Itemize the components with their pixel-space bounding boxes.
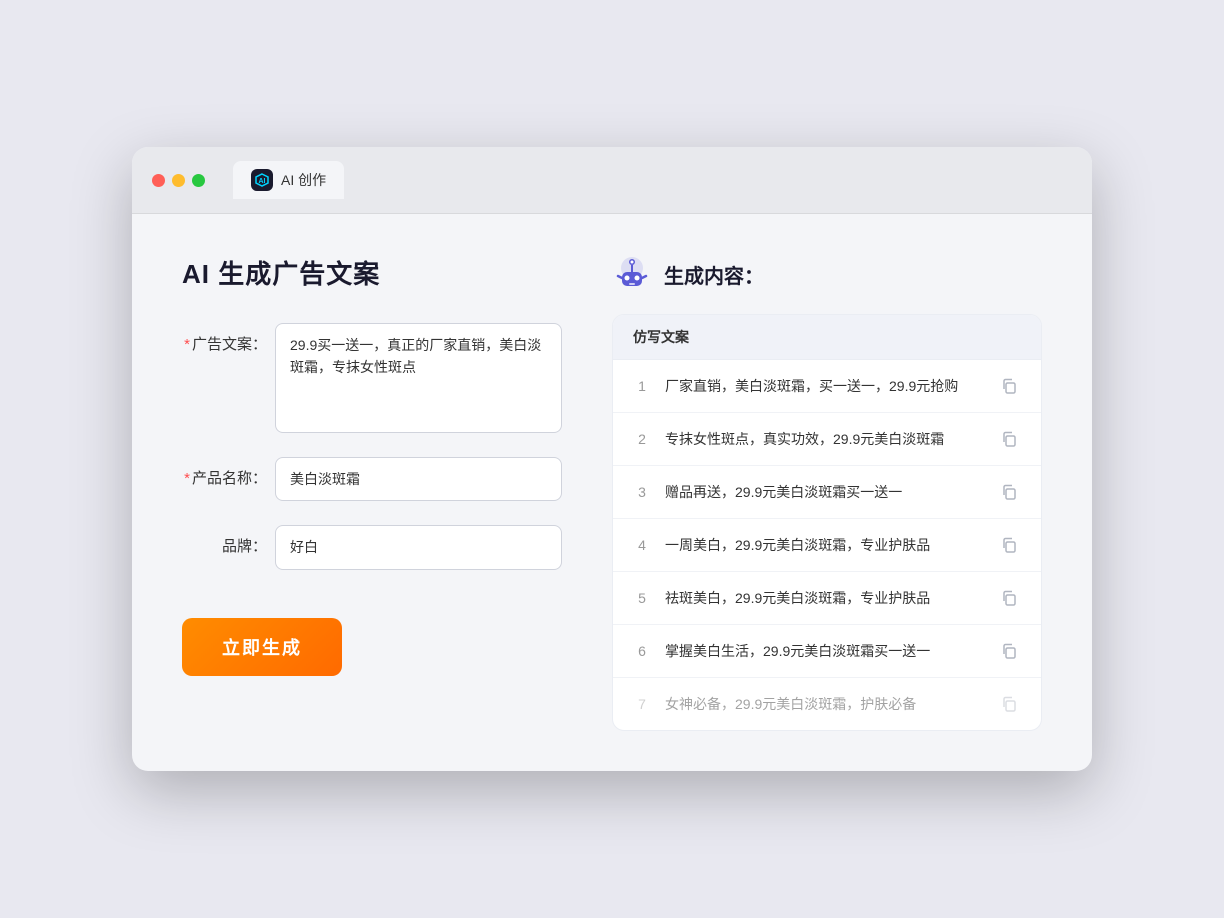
robot-icon (612, 254, 652, 294)
row-number: 2 (633, 431, 651, 447)
row-number: 3 (633, 484, 651, 500)
brand-label: 品牌： (182, 525, 267, 556)
required-star-2: * (184, 470, 190, 487)
row-text: 祛斑美白，29.9元美白淡斑霜，专业护肤品 (665, 588, 983, 609)
row-number: 1 (633, 378, 651, 394)
ad-copy-label: *广告文案： (182, 323, 267, 354)
copy-icon[interactable] (997, 586, 1021, 610)
close-button[interactable] (152, 174, 165, 187)
page-title: AI 生成广告文案 (182, 254, 562, 291)
row-number: 5 (633, 590, 651, 606)
right-header: 生成内容： (612, 254, 1042, 294)
svg-text:AI: AI (259, 178, 266, 185)
product-input[interactable] (275, 457, 562, 501)
brand-input[interactable] (275, 525, 562, 569)
product-name-group: *产品名称： (182, 457, 562, 501)
minimize-button[interactable] (172, 174, 185, 187)
titlebar: AI AI 创作 (132, 147, 1092, 214)
generate-button[interactable]: 立即生成 (182, 618, 342, 676)
copy-icon[interactable] (997, 692, 1021, 716)
right-panel: 生成内容： 仿写文案 1 厂家直销，美白淡斑霜，买一送一，29.9元抢购 2 专… (612, 254, 1042, 731)
tab-title: AI 创作 (281, 170, 326, 190)
copy-icon[interactable] (997, 639, 1021, 663)
brand-group: 品牌： (182, 525, 562, 569)
table-row: 1 厂家直销，美白淡斑霜，买一送一，29.9元抢购 (613, 360, 1041, 413)
ad-copy-group: *广告文案： (182, 323, 562, 433)
required-star-1: * (184, 336, 190, 353)
row-number: 6 (633, 643, 651, 659)
row-number: 4 (633, 537, 651, 553)
table-row: 2 专抹女性斑点，真实功效，29.9元美白淡斑霜 (613, 413, 1041, 466)
table-row: 4 一周美白，29.9元美白淡斑霜，专业护肤品 (613, 519, 1041, 572)
copy-icon[interactable] (997, 533, 1021, 557)
results-table: 仿写文案 1 厂家直销，美白淡斑霜，买一送一，29.9元抢购 2 专抹女性斑点，… (612, 314, 1042, 731)
copy-icon[interactable] (997, 480, 1021, 504)
tab-ai-creation[interactable]: AI AI 创作 (233, 161, 344, 199)
row-text: 女神必备，29.9元美白淡斑霜，护肤必备 (665, 694, 983, 715)
results-header: 仿写文案 (613, 315, 1041, 360)
traffic-lights (152, 174, 205, 187)
row-text: 赠品再送，29.9元美白淡斑霜买一送一 (665, 482, 983, 503)
row-text: 掌握美白生活，29.9元美白淡斑霜买一送一 (665, 641, 983, 662)
maximize-button[interactable] (192, 174, 205, 187)
main-content: AI 生成广告文案 *广告文案： *产品名称： 品牌： 立即生成 (132, 214, 1092, 771)
results-list: 1 厂家直销，美白淡斑霜，买一送一，29.9元抢购 2 专抹女性斑点，真实功效，… (613, 360, 1041, 730)
row-text: 厂家直销，美白淡斑霜，买一送一，29.9元抢购 (665, 376, 983, 397)
copy-icon[interactable] (997, 374, 1021, 398)
ad-copy-input[interactable] (275, 323, 562, 433)
table-row: 7 女神必备，29.9元美白淡斑霜，护肤必备 (613, 678, 1041, 730)
table-row: 3 赠品再送，29.9元美白淡斑霜买一送一 (613, 466, 1041, 519)
table-row: 5 祛斑美白，29.9元美白淡斑霜，专业护肤品 (613, 572, 1041, 625)
table-row: 6 掌握美白生活，29.9元美白淡斑霜买一送一 (613, 625, 1041, 678)
product-label: *产品名称： (182, 457, 267, 488)
row-text: 一周美白，29.9元美白淡斑霜，专业护肤品 (665, 535, 983, 556)
row-text: 专抹女性斑点，真实功效，29.9元美白淡斑霜 (665, 429, 983, 450)
right-title: 生成内容： (664, 260, 764, 289)
browser-window: AI AI 创作 AI 生成广告文案 *广告文案： *产品名称： (132, 147, 1092, 771)
row-number: 7 (633, 696, 651, 712)
tab-icon: AI (251, 169, 273, 191)
copy-icon[interactable] (997, 427, 1021, 451)
left-panel: AI 生成广告文案 *广告文案： *产品名称： 品牌： 立即生成 (182, 254, 562, 731)
